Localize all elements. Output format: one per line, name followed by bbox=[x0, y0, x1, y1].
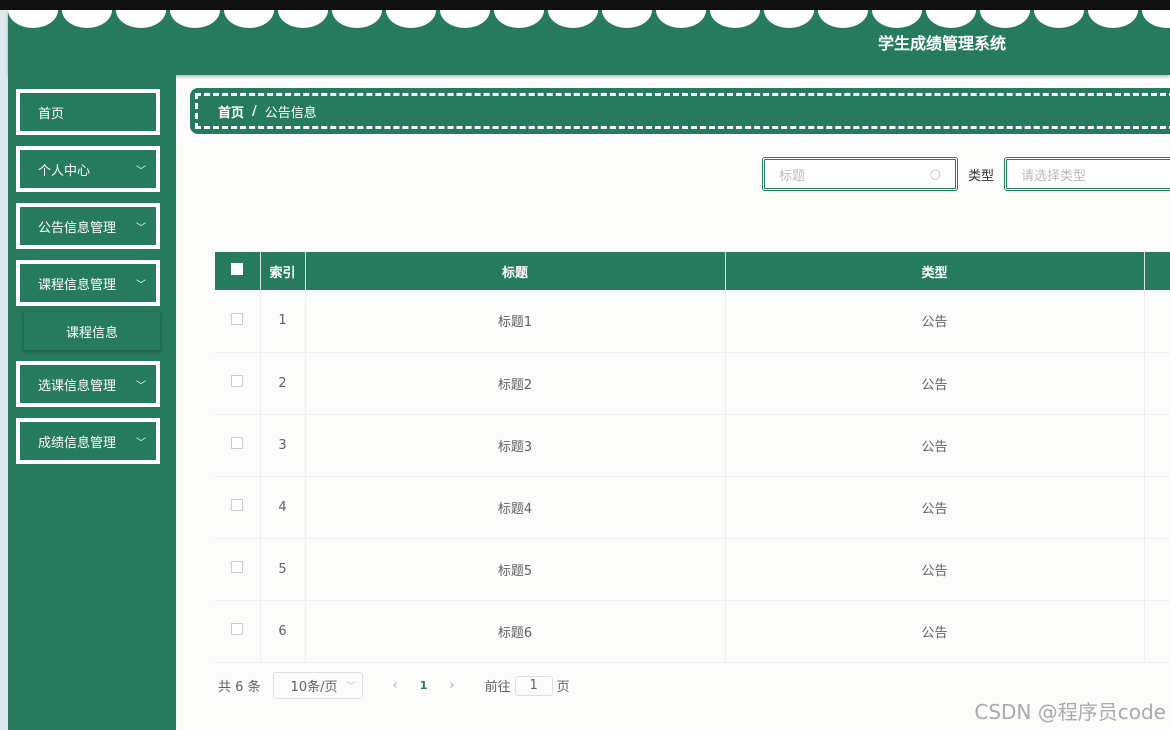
sidebar-item-selection[interactable]: 选课信息管理 ﹀ bbox=[16, 361, 160, 407]
cell-actions bbox=[1144, 538, 1170, 601]
chevron-down-icon: ﹀ bbox=[346, 682, 356, 692]
label: 课程信息管理 bbox=[38, 277, 117, 293]
row-checkbox[interactable] bbox=[215, 538, 261, 601]
breadcrumb: 首页 / 公告信息 bbox=[190, 88, 1170, 134]
app-title: 学生成绩管理系统 bbox=[877, 34, 1006, 53]
placeholder: 请选择类型 bbox=[1021, 168, 1087, 184]
label: 个人中心 bbox=[38, 163, 91, 179]
cell: 公告 bbox=[725, 476, 1145, 539]
scallop-decoration bbox=[8, 10, 1170, 28]
cell-actions bbox=[1144, 352, 1170, 415]
table-header: 索引 标题 类型 bbox=[215, 252, 1170, 290]
watermark: CSDN @程序员code bbox=[974, 700, 1166, 724]
label: 成绩信息管理 bbox=[38, 435, 117, 451]
label: 选课信息管理 bbox=[38, 378, 117, 394]
label: 首页 bbox=[38, 106, 65, 122]
cell: 公告 bbox=[725, 290, 1145, 353]
prev-page-button[interactable]: ‹ bbox=[393, 678, 398, 693]
chevron-down-icon: ﹀ bbox=[136, 279, 146, 291]
submenu-course-info[interactable]: 课程信息 bbox=[24, 312, 160, 350]
cell: 标题5 bbox=[305, 538, 726, 601]
table-row: 2 标题2 公告 bbox=[215, 352, 1170, 415]
sidebar-item-course[interactable]: 课程信息管理 ﹀ bbox=[16, 260, 160, 306]
chevron-down-icon: ﹀ bbox=[136, 222, 146, 234]
goto-label: 前往 bbox=[484, 680, 511, 695]
cell: 2 bbox=[260, 352, 306, 415]
sidebar-item-notice[interactable]: 公告信息管理 ﹀ bbox=[16, 203, 160, 249]
table-row: 4 标题4 公告 bbox=[215, 476, 1170, 539]
breadcrumb-current: 公告信息 bbox=[264, 105, 317, 121]
cell: 公告 bbox=[725, 414, 1145, 477]
row-checkbox[interactable] bbox=[215, 600, 261, 663]
cell: 标题6 bbox=[305, 600, 726, 663]
row-checkbox[interactable] bbox=[215, 414, 261, 477]
notice-table: 索引 标题 类型 1 标题1 公告 2 标题2 公告 3 标题3 公告 4 标题4 公告 5 标题5 公告 6… bbox=[215, 252, 1170, 663]
label: 课程信息 bbox=[65, 325, 118, 341]
total-count: 共 6 条 bbox=[218, 680, 261, 695]
cell: 1 bbox=[260, 290, 306, 353]
page-size-select[interactable]: 10条/页 ﹀ bbox=[272, 672, 363, 699]
cell-actions bbox=[1144, 290, 1170, 353]
cell: 3 bbox=[260, 414, 306, 477]
background-strip bbox=[0, 10, 8, 730]
search-icon: ○ bbox=[929, 166, 941, 182]
cell: 标题4 bbox=[305, 476, 726, 539]
table-row: 3 标题3 公告 bbox=[215, 414, 1170, 477]
cell: 公告 bbox=[725, 538, 1145, 601]
select-all-checkbox[interactable] bbox=[215, 252, 261, 290]
table-row: 5 标题5 公告 bbox=[215, 538, 1170, 601]
type-label: 类型 bbox=[968, 169, 995, 184]
label: 公告信息管理 bbox=[38, 220, 117, 236]
cell-actions bbox=[1144, 476, 1170, 539]
type-select[interactable]: 请选择类型 bbox=[1004, 157, 1170, 191]
col-title: 标题 bbox=[305, 252, 726, 290]
next-page-button[interactable]: › bbox=[449, 678, 454, 693]
row-checkbox[interactable] bbox=[215, 352, 261, 415]
window-titlebar bbox=[0, 0, 1170, 10]
table-row: 6 标题6 公告 bbox=[215, 600, 1170, 663]
cell-actions bbox=[1144, 414, 1170, 477]
row-checkbox[interactable] bbox=[215, 476, 261, 539]
label: 10条/页 bbox=[290, 680, 338, 695]
cell: 标题1 bbox=[305, 290, 726, 353]
page-suffix: 页 bbox=[556, 680, 570, 695]
cell: 标题3 bbox=[305, 414, 726, 477]
sidebar-item-grades[interactable]: 成绩信息管理 ﹀ bbox=[16, 418, 160, 464]
col-actions bbox=[1144, 252, 1170, 290]
cell: 5 bbox=[260, 538, 306, 601]
breadcrumb-home[interactable]: 首页 bbox=[218, 102, 244, 121]
table-row: 1 标题1 公告 bbox=[215, 290, 1170, 353]
cell: 6 bbox=[260, 600, 306, 663]
col-index: 索引 bbox=[260, 252, 306, 290]
pagination: 共 6 条 10条/页 ﹀ ‹ 1 › 前往 1 页 bbox=[218, 672, 570, 699]
row-checkbox[interactable] bbox=[215, 290, 261, 353]
breadcrumb-separator: / bbox=[252, 103, 257, 119]
cell: 标题2 bbox=[305, 352, 726, 415]
cell: 4 bbox=[260, 476, 306, 539]
sidebar-item-home[interactable]: 首页 bbox=[16, 89, 160, 135]
chevron-down-icon: ﹀ bbox=[136, 165, 146, 177]
cell: 公告 bbox=[725, 600, 1145, 663]
chevron-down-icon: ﹀ bbox=[136, 437, 146, 449]
cell: 公告 bbox=[725, 352, 1145, 415]
page-number[interactable]: 1 bbox=[420, 679, 428, 692]
goto-page-input[interactable]: 1 bbox=[514, 675, 553, 696]
header: 学生成绩管理系统 bbox=[8, 10, 1170, 75]
sidebar-item-profile[interactable]: 个人中心 ﹀ bbox=[16, 146, 160, 192]
sidebar: 首页 个人中心 ﹀ 公告信息管理 ﹀ 课程信息管理 ﹀ 课程信息 选课信息管理 ﹀ 成绩… bbox=[8, 75, 176, 730]
placeholder: 标题 bbox=[779, 168, 806, 184]
chevron-down-icon: ﹀ bbox=[136, 380, 146, 392]
cell-actions bbox=[1144, 600, 1170, 663]
title-search-input[interactable]: 标题 ○ bbox=[762, 157, 958, 191]
col-type: 类型 bbox=[725, 252, 1145, 290]
